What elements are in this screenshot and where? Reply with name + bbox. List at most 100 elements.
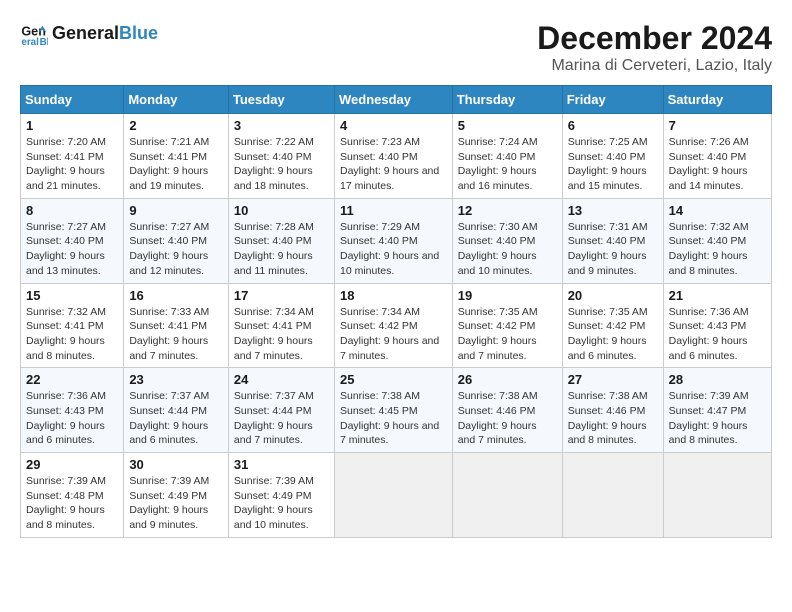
day-number: 12 bbox=[458, 203, 557, 218]
table-row: 17 Sunrise: 7:34 AM Sunset: 4:41 PM Dayl… bbox=[228, 283, 334, 368]
day-number: 15 bbox=[26, 288, 118, 303]
day-number: 29 bbox=[26, 457, 118, 472]
table-row: 5 Sunrise: 7:24 AM Sunset: 4:40 PM Dayli… bbox=[452, 114, 562, 199]
day-number: 6 bbox=[568, 118, 658, 133]
day-info: Sunrise: 7:24 AM Sunset: 4:40 PM Dayligh… bbox=[458, 135, 557, 194]
day-number: 26 bbox=[458, 372, 557, 387]
day-info: Sunrise: 7:33 AM Sunset: 4:41 PM Dayligh… bbox=[129, 305, 223, 364]
col-wednesday: Wednesday bbox=[334, 86, 452, 114]
calendar-subtitle: Marina di Cerveteri, Lazio, Italy bbox=[537, 57, 772, 75]
day-number: 20 bbox=[568, 288, 658, 303]
table-row: 27 Sunrise: 7:38 AM Sunset: 4:46 PM Dayl… bbox=[562, 368, 663, 453]
page-header: Gen eral Blue GeneralBlue December 2024 … bbox=[20, 20, 772, 75]
table-row: 23 Sunrise: 7:37 AM Sunset: 4:44 PM Dayl… bbox=[124, 368, 229, 453]
day-number: 24 bbox=[234, 372, 329, 387]
table-row: 16 Sunrise: 7:33 AM Sunset: 4:41 PM Dayl… bbox=[124, 283, 229, 368]
day-info: Sunrise: 7:27 AM Sunset: 4:40 PM Dayligh… bbox=[129, 220, 223, 279]
table-row: 24 Sunrise: 7:37 AM Sunset: 4:44 PM Dayl… bbox=[228, 368, 334, 453]
day-info: Sunrise: 7:23 AM Sunset: 4:40 PM Dayligh… bbox=[340, 135, 447, 194]
table-row: 4 Sunrise: 7:23 AM Sunset: 4:40 PM Dayli… bbox=[334, 114, 452, 199]
day-number: 21 bbox=[669, 288, 766, 303]
day-number: 31 bbox=[234, 457, 329, 472]
table-row: 14 Sunrise: 7:32 AM Sunset: 4:40 PM Dayl… bbox=[663, 198, 771, 283]
col-sunday: Sunday bbox=[21, 86, 124, 114]
table-row: 6 Sunrise: 7:25 AM Sunset: 4:40 PM Dayli… bbox=[562, 114, 663, 199]
table-row: 15 Sunrise: 7:32 AM Sunset: 4:41 PM Dayl… bbox=[21, 283, 124, 368]
calendar-table: Sunday Monday Tuesday Wednesday Thursday… bbox=[20, 85, 772, 538]
day-number: 23 bbox=[129, 372, 223, 387]
day-number: 7 bbox=[669, 118, 766, 133]
day-number: 22 bbox=[26, 372, 118, 387]
table-row: 19 Sunrise: 7:35 AM Sunset: 4:42 PM Dayl… bbox=[452, 283, 562, 368]
col-monday: Monday bbox=[124, 86, 229, 114]
day-number: 14 bbox=[669, 203, 766, 218]
table-row: 10 Sunrise: 7:28 AM Sunset: 4:40 PM Dayl… bbox=[228, 198, 334, 283]
day-number: 11 bbox=[340, 203, 447, 218]
day-number: 1 bbox=[26, 118, 118, 133]
day-info: Sunrise: 7:30 AM Sunset: 4:40 PM Dayligh… bbox=[458, 220, 557, 279]
logo: Gen eral Blue GeneralBlue bbox=[20, 20, 158, 48]
day-info: Sunrise: 7:22 AM Sunset: 4:40 PM Dayligh… bbox=[234, 135, 329, 194]
day-info: Sunrise: 7:34 AM Sunset: 4:42 PM Dayligh… bbox=[340, 305, 447, 364]
table-row bbox=[663, 453, 771, 538]
day-number: 8 bbox=[26, 203, 118, 218]
table-row bbox=[452, 453, 562, 538]
day-info: Sunrise: 7:32 AM Sunset: 4:40 PM Dayligh… bbox=[669, 220, 766, 279]
table-row: 9 Sunrise: 7:27 AM Sunset: 4:40 PM Dayli… bbox=[124, 198, 229, 283]
day-info: Sunrise: 7:21 AM Sunset: 4:41 PM Dayligh… bbox=[129, 135, 223, 194]
table-row: 7 Sunrise: 7:26 AM Sunset: 4:40 PM Dayli… bbox=[663, 114, 771, 199]
day-info: Sunrise: 7:38 AM Sunset: 4:46 PM Dayligh… bbox=[458, 389, 557, 448]
svg-text:Blue: Blue bbox=[40, 37, 48, 48]
day-info: Sunrise: 7:39 AM Sunset: 4:49 PM Dayligh… bbox=[234, 474, 329, 533]
day-number: 18 bbox=[340, 288, 447, 303]
col-friday: Friday bbox=[562, 86, 663, 114]
day-info: Sunrise: 7:32 AM Sunset: 4:41 PM Dayligh… bbox=[26, 305, 118, 364]
day-number: 2 bbox=[129, 118, 223, 133]
day-info: Sunrise: 7:36 AM Sunset: 4:43 PM Dayligh… bbox=[669, 305, 766, 364]
day-info: Sunrise: 7:38 AM Sunset: 4:46 PM Dayligh… bbox=[568, 389, 658, 448]
logo-line2: Blue bbox=[119, 23, 158, 43]
table-row bbox=[334, 453, 452, 538]
table-row: 21 Sunrise: 7:36 AM Sunset: 4:43 PM Dayl… bbox=[663, 283, 771, 368]
day-info: Sunrise: 7:26 AM Sunset: 4:40 PM Dayligh… bbox=[669, 135, 766, 194]
table-row: 22 Sunrise: 7:36 AM Sunset: 4:43 PM Dayl… bbox=[21, 368, 124, 453]
table-row: 28 Sunrise: 7:39 AM Sunset: 4:47 PM Dayl… bbox=[663, 368, 771, 453]
day-number: 30 bbox=[129, 457, 223, 472]
day-info: Sunrise: 7:39 AM Sunset: 4:47 PM Dayligh… bbox=[669, 389, 766, 448]
table-row: 2 Sunrise: 7:21 AM Sunset: 4:41 PM Dayli… bbox=[124, 114, 229, 199]
table-row: 8 Sunrise: 7:27 AM Sunset: 4:40 PM Dayli… bbox=[21, 198, 124, 283]
day-number: 25 bbox=[340, 372, 447, 387]
table-row: 3 Sunrise: 7:22 AM Sunset: 4:40 PM Dayli… bbox=[228, 114, 334, 199]
day-number: 4 bbox=[340, 118, 447, 133]
day-info: Sunrise: 7:35 AM Sunset: 4:42 PM Dayligh… bbox=[458, 305, 557, 364]
day-info: Sunrise: 7:31 AM Sunset: 4:40 PM Dayligh… bbox=[568, 220, 658, 279]
day-info: Sunrise: 7:36 AM Sunset: 4:43 PM Dayligh… bbox=[26, 389, 118, 448]
day-number: 10 bbox=[234, 203, 329, 218]
table-row: 20 Sunrise: 7:35 AM Sunset: 4:42 PM Dayl… bbox=[562, 283, 663, 368]
day-number: 16 bbox=[129, 288, 223, 303]
col-saturday: Saturday bbox=[663, 86, 771, 114]
table-row bbox=[562, 453, 663, 538]
table-row: 11 Sunrise: 7:29 AM Sunset: 4:40 PM Dayl… bbox=[334, 198, 452, 283]
day-info: Sunrise: 7:34 AM Sunset: 4:41 PM Dayligh… bbox=[234, 305, 329, 364]
day-number: 3 bbox=[234, 118, 329, 133]
table-row: 29 Sunrise: 7:39 AM Sunset: 4:48 PM Dayl… bbox=[21, 453, 124, 538]
logo-line1: General bbox=[52, 23, 119, 43]
table-row: 12 Sunrise: 7:30 AM Sunset: 4:40 PM Dayl… bbox=[452, 198, 562, 283]
col-thursday: Thursday bbox=[452, 86, 562, 114]
calendar-title: December 2024 bbox=[537, 20, 772, 57]
table-row: 26 Sunrise: 7:38 AM Sunset: 4:46 PM Dayl… bbox=[452, 368, 562, 453]
table-row: 25 Sunrise: 7:38 AM Sunset: 4:45 PM Dayl… bbox=[334, 368, 452, 453]
day-info: Sunrise: 7:20 AM Sunset: 4:41 PM Dayligh… bbox=[26, 135, 118, 194]
table-row: 30 Sunrise: 7:39 AM Sunset: 4:49 PM Dayl… bbox=[124, 453, 229, 538]
day-info: Sunrise: 7:37 AM Sunset: 4:44 PM Dayligh… bbox=[234, 389, 329, 448]
table-row: 1 Sunrise: 7:20 AM Sunset: 4:41 PM Dayli… bbox=[21, 114, 124, 199]
day-info: Sunrise: 7:39 AM Sunset: 4:48 PM Dayligh… bbox=[26, 474, 118, 533]
table-row: 31 Sunrise: 7:39 AM Sunset: 4:49 PM Dayl… bbox=[228, 453, 334, 538]
logo-icon: Gen eral Blue bbox=[20, 20, 48, 48]
header-row: Sunday Monday Tuesday Wednesday Thursday… bbox=[21, 86, 772, 114]
table-row: 13 Sunrise: 7:31 AM Sunset: 4:40 PM Dayl… bbox=[562, 198, 663, 283]
day-number: 17 bbox=[234, 288, 329, 303]
day-info: Sunrise: 7:39 AM Sunset: 4:49 PM Dayligh… bbox=[129, 474, 223, 533]
day-info: Sunrise: 7:38 AM Sunset: 4:45 PM Dayligh… bbox=[340, 389, 447, 448]
